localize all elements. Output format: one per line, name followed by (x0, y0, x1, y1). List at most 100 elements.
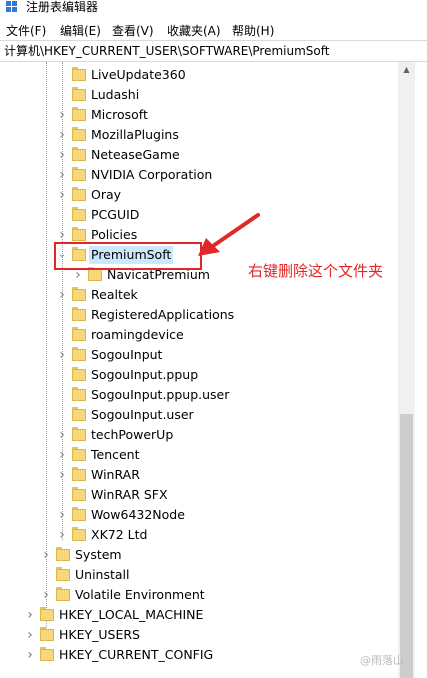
tree-node-label[interactable]: WinRAR (89, 466, 142, 484)
tree-node[interactable]: › HKEY_USERS (0, 626, 398, 644)
chevron-right-icon[interactable]: › (56, 448, 68, 462)
folder-icon (72, 447, 86, 461)
tree-node-label[interactable]: HKEY_LOCAL_MACHINE (57, 606, 205, 624)
tree-node[interactable]: › SogouInput (0, 346, 398, 364)
tree-node-label[interactable]: Ludashi (89, 86, 141, 104)
tree-node[interactable]: › WinRAR (0, 466, 398, 484)
address-path[interactable]: 计算机\HKEY_CURRENT_USER\SOFTWARE\PremiumSo… (4, 44, 329, 59)
chevron-right-icon[interactable]: › (56, 348, 68, 362)
chevron-right-icon[interactable]: › (56, 288, 68, 302)
chevron-right-icon[interactable]: › (72, 268, 84, 282)
tree-node-label[interactable]: WinRAR SFX (89, 486, 170, 504)
menu-edit[interactable]: 编辑(E) (60, 23, 101, 39)
folder-icon (72, 507, 86, 521)
menu-help[interactable]: 帮助(H) (232, 23, 274, 39)
chevron-right-icon[interactable]: › (40, 548, 52, 562)
chevron-right-icon[interactable]: › (40, 588, 52, 602)
folder-icon (40, 607, 54, 621)
tree-node-label[interactable]: HKEY_USERS (57, 626, 142, 644)
chevron-right-icon[interactable]: › (24, 628, 36, 642)
tree-node-label[interactable]: LiveUpdate360 (89, 66, 188, 84)
chevron-right-icon[interactable]: › (56, 528, 68, 542)
tree-node[interactable]: SogouInput.user (0, 406, 398, 424)
tree-node[interactable]: › XK72 Ltd (0, 526, 398, 544)
tree-node[interactable]: LiveUpdate360 (0, 66, 398, 84)
tree-node[interactable]: › Microsoft (0, 106, 398, 124)
scrollbar-thumb[interactable] (400, 414, 413, 678)
tree-node[interactable]: Uninstall (0, 566, 398, 584)
annotation-arrow-icon (198, 213, 260, 256)
tree-node[interactable]: › System (0, 546, 398, 564)
tree-node[interactable]: SogouInput.ppup.user (0, 386, 398, 404)
tree-node-label[interactable]: RegisteredApplications (89, 306, 236, 324)
folder-icon (72, 167, 86, 181)
tree-node-label[interactable]: Tencent (89, 446, 142, 464)
folder-icon (72, 87, 86, 101)
tree-node-label[interactable]: PCGUID (89, 206, 141, 224)
folder-icon (72, 467, 86, 481)
tree-node[interactable]: Ludashi (0, 86, 398, 104)
folder-icon (72, 227, 86, 241)
tree-node-label[interactable]: techPowerUp (89, 426, 175, 444)
menu-file[interactable]: 文件(F) (6, 23, 46, 39)
tree-node-label[interactable]: SogouInput.ppup (89, 366, 200, 384)
folder-icon (72, 187, 86, 201)
tree-node-label[interactable]: Realtek (89, 286, 140, 304)
folder-icon (72, 407, 86, 421)
tree-node[interactable]: RegisteredApplications (0, 306, 398, 324)
chevron-right-icon[interactable]: › (56, 108, 68, 122)
scroll-up-arrow-icon[interactable]: ▲ (398, 62, 415, 78)
tree-node[interactable]: roamingdevice (0, 326, 398, 344)
tree-node-label[interactable]: NVIDIA Corporation (89, 166, 214, 184)
chevron-right-icon[interactable]: › (24, 608, 36, 622)
tree-node-label[interactable]: roamingdevice (89, 326, 186, 344)
tree-node[interactable]: WinRAR SFX (0, 486, 398, 504)
annotation-text: 右键删除这个文件夹 (248, 262, 384, 280)
tree-node[interactable]: › Realtek (0, 286, 398, 304)
chevron-right-icon[interactable]: › (56, 168, 68, 182)
tree-node-label[interactable]: Uninstall (73, 566, 132, 584)
chevron-right-icon[interactable]: › (56, 188, 68, 202)
folder-icon (72, 367, 86, 381)
tree-node-label[interactable]: Volatile Environment (73, 586, 207, 604)
tree-node-label[interactable]: Microsoft (89, 106, 150, 124)
tree-node[interactable]: › Oray (0, 186, 398, 204)
chevron-right-icon[interactable]: › (24, 648, 36, 662)
chevron-right-icon[interactable]: › (56, 148, 68, 162)
folder-icon (72, 387, 86, 401)
tree-node-label[interactable]: HKEY_CURRENT_CONFIG (57, 646, 215, 664)
chevron-right-icon[interactable]: › (56, 228, 68, 242)
folder-icon (72, 527, 86, 541)
tree-node-label[interactable]: SogouInput (89, 346, 164, 364)
tree-node[interactable]: › HKEY_CURRENT_CONFIG (0, 646, 398, 664)
folder-icon (72, 427, 86, 441)
tree-node-label[interactable]: System (73, 546, 124, 564)
chevron-right-icon[interactable]: › (56, 508, 68, 522)
tree-node-label[interactable]: SogouInput.user (89, 406, 196, 424)
tree-node[interactable]: › HKEY_LOCAL_MACHINE (0, 606, 398, 624)
chevron-right-icon[interactable]: › (56, 468, 68, 482)
address-bar[interactable]: 计算机\HKEY_CURRENT_USER\SOFTWARE\PremiumSo… (0, 40, 427, 62)
tree-node-label[interactable]: MozillaPlugins (89, 126, 181, 144)
tree-scrollbar[interactable]: ▲ (398, 62, 415, 678)
menu-view[interactable]: 查看(V) (112, 23, 154, 39)
tree-node-label[interactable]: XK72 Ltd (89, 526, 149, 544)
tree-node[interactable]: › MozillaPlugins (0, 126, 398, 144)
tree-node[interactable]: › Volatile Environment (0, 586, 398, 604)
chevron-right-icon[interactable]: › (56, 128, 68, 142)
tree-node-label[interactable]: SogouInput.ppup.user (89, 386, 231, 404)
tree-node[interactable]: › techPowerUp (0, 426, 398, 444)
tree-node[interactable]: › Tencent (0, 446, 398, 464)
tree-node[interactable]: › NeteaseGame (0, 146, 398, 164)
menu-favorites[interactable]: 收藏夹(A) (167, 23, 221, 39)
tree-node-label[interactable]: NeteaseGame (89, 146, 182, 164)
folder-icon (40, 627, 54, 641)
tree-node-label[interactable]: Oray (89, 186, 123, 204)
tree-node[interactable]: SogouInput.ppup (0, 366, 398, 384)
tree-node[interactable]: › Wow6432Node (0, 506, 398, 524)
chevron-right-icon[interactable]: › (56, 428, 68, 442)
folder-icon (72, 327, 86, 341)
tree-node[interactable]: › NVIDIA Corporation (0, 166, 398, 184)
folder-icon (56, 567, 70, 581)
tree-node-label[interactable]: Wow6432Node (89, 506, 187, 524)
